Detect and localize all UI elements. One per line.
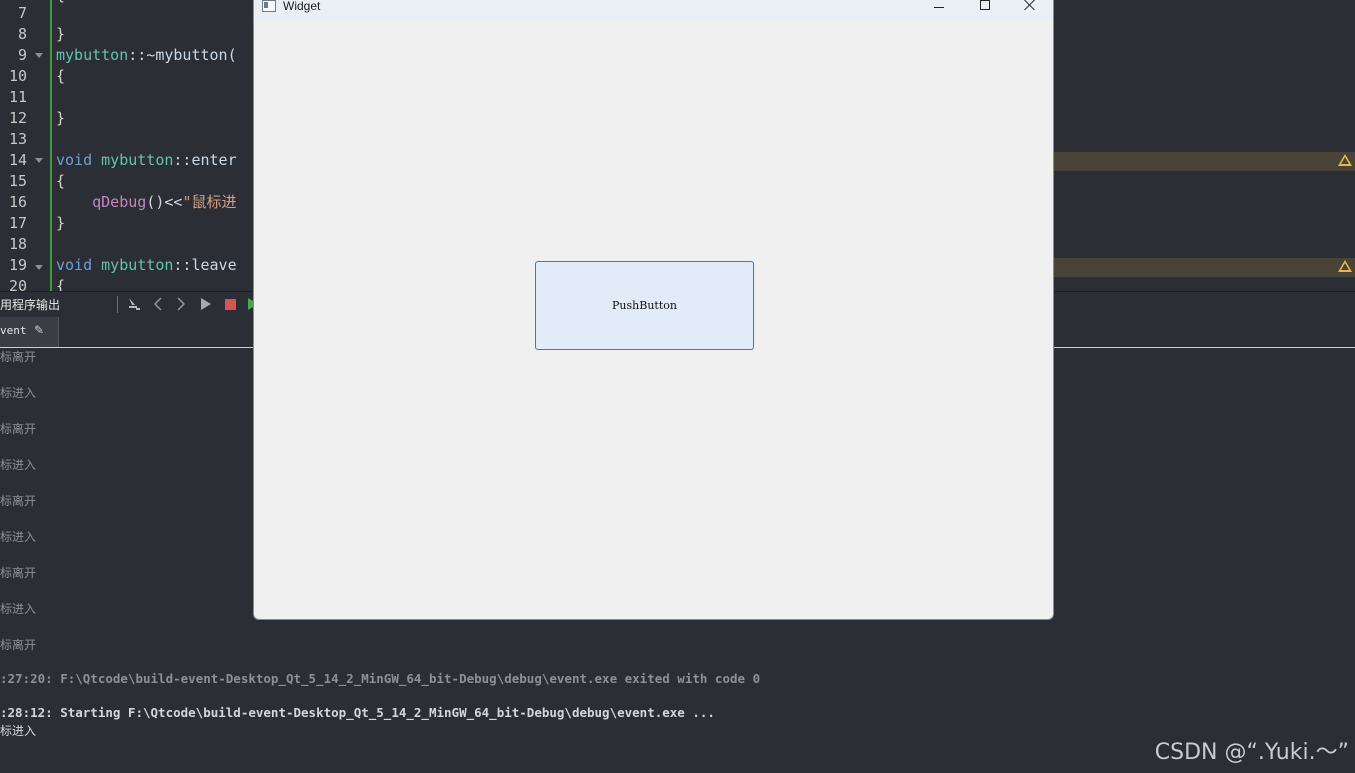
log-line: 标离开 [0,566,37,580]
log-line: 标离开 [0,350,37,364]
output-pane-title: 用程序输出 [0,298,61,312]
window-titlebar[interactable]: Widget [254,0,1053,19]
paren-token: () [146,193,165,211]
code-line: } [56,25,66,43]
log-line: 标离开 [0,494,37,508]
fold-arrow-icon[interactable] [35,53,43,58]
close-button[interactable] [1007,0,1053,19]
function-token: qDebug [92,193,147,211]
warning-icon[interactable] [1338,260,1352,272]
code-line: void mybutton::enter [56,150,237,171]
function-token: enter [191,151,237,169]
line-number: 18 [8,235,27,253]
minimize-button[interactable] [916,0,962,19]
line-number: 17 [8,214,27,232]
log-line: 标离开 [0,638,37,652]
widget-window[interactable]: Widget PushButton [253,0,1054,620]
log-line: 标进入 [0,458,37,472]
line-number: 12 [8,109,27,127]
warning-highlight [1053,152,1355,171]
keyword-token: void [56,256,93,274]
class-token: mybutton [101,151,174,169]
line-number: 19 [8,256,27,274]
toolbar-separator [117,296,118,313]
keyword-token: void [56,151,93,169]
line-number: 11 [8,88,27,106]
line-number: 9 [17,46,27,64]
log-line: 标进入 [0,724,37,738]
code-line: } [56,109,66,127]
log-line: 标进入 [0,530,37,544]
code-line: { [56,277,66,291]
code-line: { [56,67,66,85]
push-button[interactable]: PushButton [535,261,754,350]
prev-icon[interactable] [149,295,167,313]
code-line: { [56,172,66,190]
log-line: 标离开 [0,422,37,436]
warning-icon[interactable] [1338,154,1352,166]
warning-highlight [1053,258,1355,277]
next-icon[interactable] [172,295,190,313]
operator-token: :: [173,151,192,169]
string-token: "鼠标进 [182,193,237,211]
class-token: mybutton [56,46,129,64]
line-number: 16 [8,193,27,211]
code-line: void mybutton::leave [56,255,237,276]
minimize-icon [934,6,944,8]
operator-token: << [164,193,183,211]
watermark: CSDN @“.Yuki.～” [1154,740,1349,765]
output-tab-label: vent [0,324,27,337]
class-token: mybutton [101,256,174,274]
code-line: mybutton::~mybutton( [56,45,237,66]
app-window-icon [262,0,276,12]
stop-icon[interactable] [221,295,239,313]
log-line: 标进入 [0,386,37,400]
code-line: { [56,0,65,6]
operator-token: ::~ [128,46,156,64]
function-token: mybutton( [155,46,237,64]
line-number: 20 [8,277,27,291]
line-number: 14 [8,151,27,169]
pin-icon[interactable]: ✎ [34,323,44,337]
log-start-line: :28:12: Starting F:\Qtcode\build-event-D… [0,705,715,720]
fold-arrow-icon[interactable] [35,158,43,163]
line-number: 15 [8,172,27,190]
log-line: 标进入 [0,602,37,616]
line-number: 13 [8,130,27,148]
operator-token: :: [173,256,192,274]
code-line: qDebug()<<"鼠标进 [56,192,236,213]
close-icon [1024,0,1036,11]
output-tab[interactable]: vent ✎ [0,317,59,347]
line-number-gutter: 7 8 9 10 11 12 13 14 15 16 17 18 19 20 [0,0,52,291]
change-marker-bar [50,0,52,291]
code-line: } [56,214,66,232]
window-title: Widget [283,0,321,13]
maximize-icon [980,0,990,10]
run-icon[interactable] [197,295,215,313]
maximize-button[interactable] [962,0,1008,19]
function-token: leave [191,256,237,274]
clear-icon[interactable] [125,295,143,313]
line-number: 7 [17,4,27,22]
fold-arrow-icon[interactable] [35,265,43,270]
line-number: 10 [8,67,27,85]
log-exit-line: :27:20: F:\Qtcode\build-event-Desktop_Qt… [0,671,761,686]
line-number: 8 [17,25,27,43]
